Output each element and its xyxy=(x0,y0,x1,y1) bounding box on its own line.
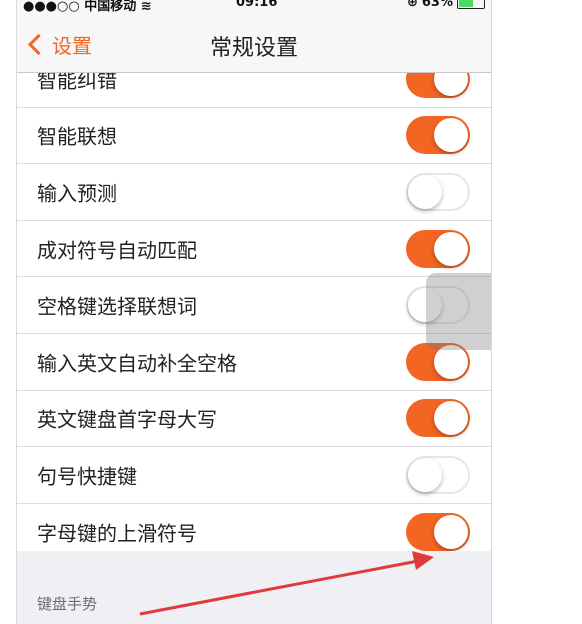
annotation-arrow xyxy=(139,551,434,616)
arrow-line xyxy=(139,559,419,616)
arrow-head xyxy=(412,551,434,570)
